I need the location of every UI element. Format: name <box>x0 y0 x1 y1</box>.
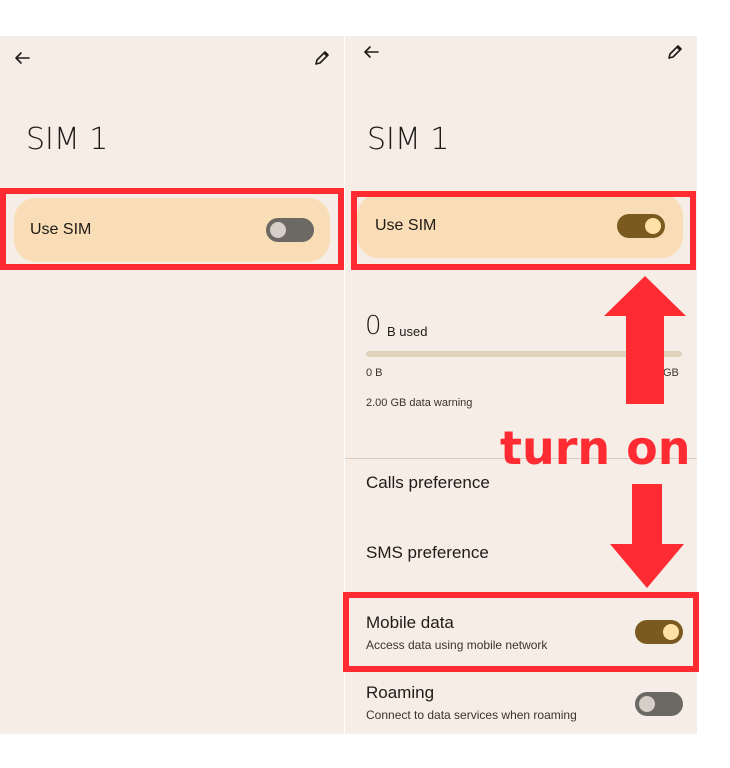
arrow-up-icon <box>604 276 686 404</box>
highlight-box-use-sim-left <box>0 188 344 270</box>
back-icon[interactable] <box>10 46 34 70</box>
data-warning-text: 2.00 GB data warning <box>366 397 473 409</box>
annotation-text: turn on <box>500 421 691 475</box>
usage-unit: B used <box>387 324 428 339</box>
page-title: SIM 1 <box>26 122 109 157</box>
page-title: SIM 1 <box>367 122 450 157</box>
roaming-toggle[interactable] <box>635 692 683 716</box>
pencil-icon[interactable] <box>663 40 687 64</box>
sms-preference-item[interactable]: SMS preference <box>366 542 489 564</box>
usage-value: 0 <box>365 311 382 341</box>
calls-preference-item[interactable]: Calls preference <box>366 472 490 494</box>
left-screen: SIM 1 Use SIM <box>0 36 344 734</box>
roaming-subtitle: Connect to data services when roaming <box>366 708 577 722</box>
usage-min-label: 0 B <box>366 367 383 379</box>
highlight-box-mobile-data <box>343 592 699 672</box>
arrow-down-icon <box>610 484 684 588</box>
highlight-box-use-sim-right <box>351 191 696 270</box>
pencil-icon[interactable] <box>310 46 334 70</box>
roaming-title: Roaming <box>366 683 435 702</box>
back-icon[interactable] <box>359 40 383 64</box>
toggle-thumb <box>639 696 655 712</box>
